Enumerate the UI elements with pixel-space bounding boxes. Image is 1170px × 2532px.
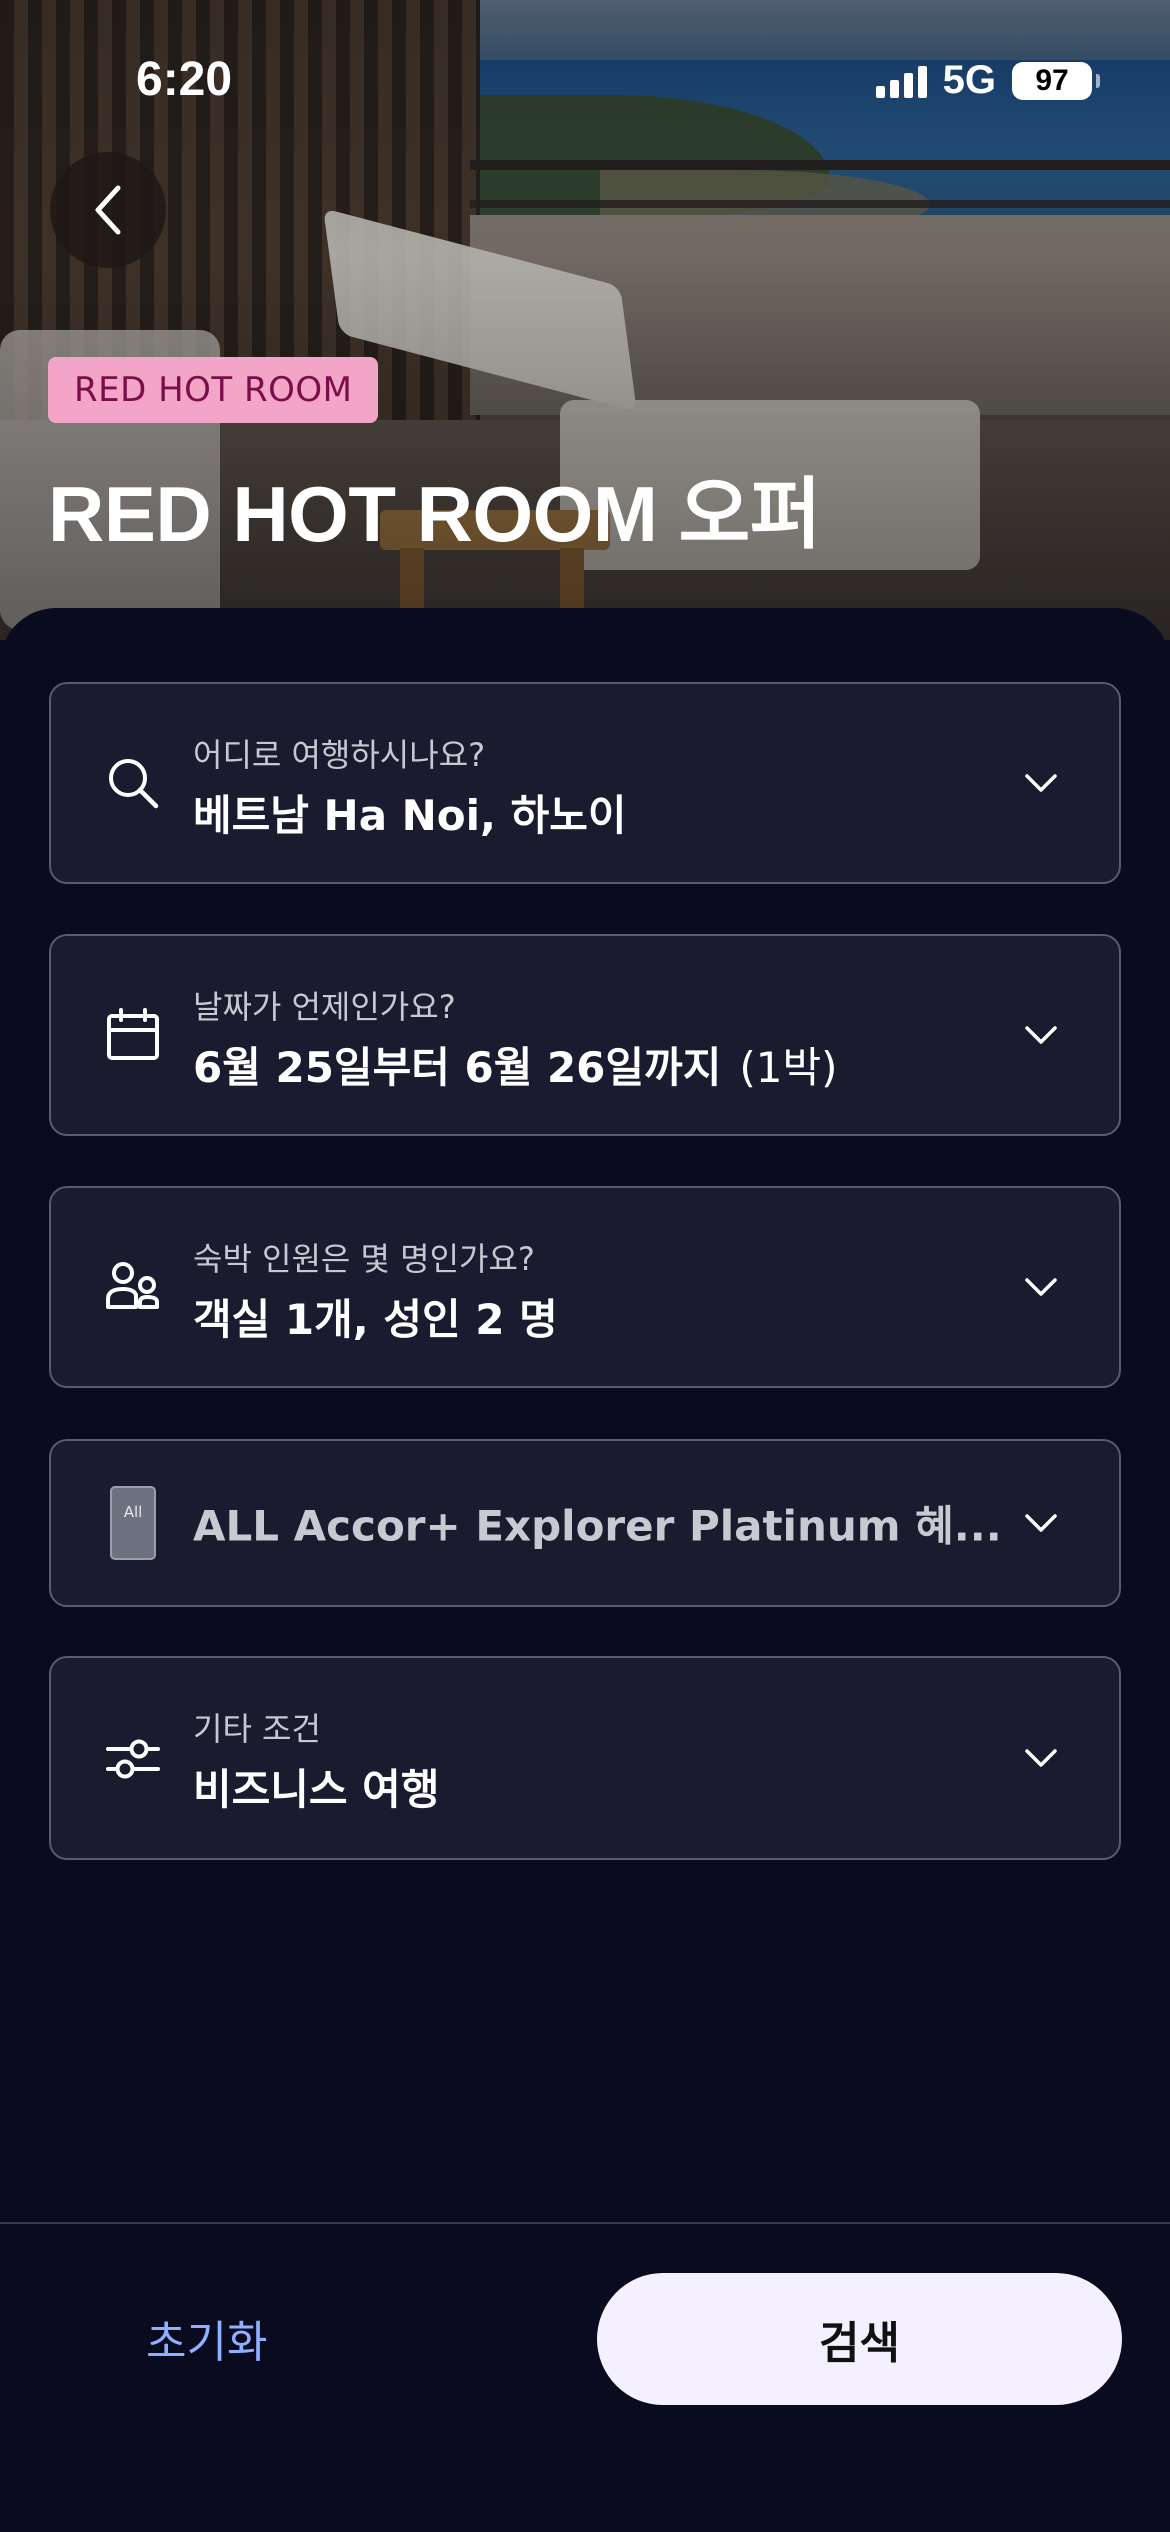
battery-icon: 97 bbox=[1012, 61, 1100, 100]
back-button[interactable] bbox=[50, 152, 166, 268]
status-time: 6:20 bbox=[136, 53, 233, 106]
sliders-icon bbox=[105, 1730, 161, 1786]
dates-range: 6월 25일부터 6월 26일까지 bbox=[193, 1043, 722, 1092]
guests-value: 객실 1개, 성인 2 명 bbox=[193, 1295, 558, 1344]
svg-text:All: All bbox=[124, 1503, 143, 1521]
destination-label: 어디로 여행하시나요? bbox=[193, 736, 486, 774]
signal-icon bbox=[875, 64, 927, 98]
guests-field[interactable]: 숙박 인원은 몇 명인가요? 객실 1개, 성인 2 명 bbox=[49, 1186, 1121, 1388]
destination-value: 베트남 Ha Noi, 하노이 bbox=[193, 791, 627, 840]
filters-field[interactable]: 기타 조건 비즈니스 여행 bbox=[49, 1656, 1121, 1860]
chevron-left-icon bbox=[95, 185, 121, 235]
dates-label: 날짜가 언제인가요? bbox=[193, 988, 456, 1026]
destination-field[interactable]: 어디로 여행하시나요? 베트남 Ha Noi, 하노이 bbox=[49, 682, 1121, 884]
chevron-down-icon bbox=[1023, 1740, 1059, 1776]
chevron-down-icon bbox=[1023, 1017, 1059, 1053]
reset-button[interactable]: 초기화 bbox=[146, 2306, 267, 2370]
search-icon bbox=[105, 755, 161, 811]
offer-tag: RED HOT ROOM bbox=[48, 357, 379, 423]
network-type: 5G bbox=[942, 58, 996, 102]
search-button[interactable]: 검색 bbox=[597, 2273, 1122, 2405]
filters-label: 기타 조건 bbox=[193, 1710, 321, 1748]
people-icon bbox=[105, 1259, 161, 1315]
chevron-down-icon bbox=[1023, 765, 1059, 801]
nights-count: (1박) bbox=[739, 1043, 838, 1092]
membership-value: ALL Accor+ Explorer Platinum 혜... bbox=[193, 1501, 1002, 1551]
screen: 6:20 5G 97 RED HOT ROOM RED HOT ROOM 오퍼 … bbox=[0, 0, 1170, 2532]
chevron-down-icon bbox=[1023, 1269, 1059, 1305]
dates-value: 6월 25일부터 6월 26일까지 (1박) bbox=[193, 1034, 837, 1095]
calendar-icon bbox=[105, 1007, 161, 1063]
dates-field[interactable]: 날짜가 언제인가요? 6월 25일부터 6월 26일까지 (1박) bbox=[49, 934, 1121, 1136]
footer-divider bbox=[0, 2222, 1170, 2224]
filters-value: 비즈니스 여행 bbox=[193, 1765, 440, 1814]
page-title: RED HOT ROOM 오퍼 bbox=[48, 470, 822, 558]
chevron-down-icon bbox=[1023, 1505, 1059, 1541]
guests-label: 숙박 인원은 몇 명인가요? bbox=[193, 1240, 535, 1278]
membership-field[interactable]: All ALL Accor+ Explorer Platinum 혜... bbox=[49, 1439, 1121, 1607]
membership-card-icon: All bbox=[105, 1486, 161, 1560]
status-indicators: 5G 97 bbox=[875, 58, 1100, 103]
